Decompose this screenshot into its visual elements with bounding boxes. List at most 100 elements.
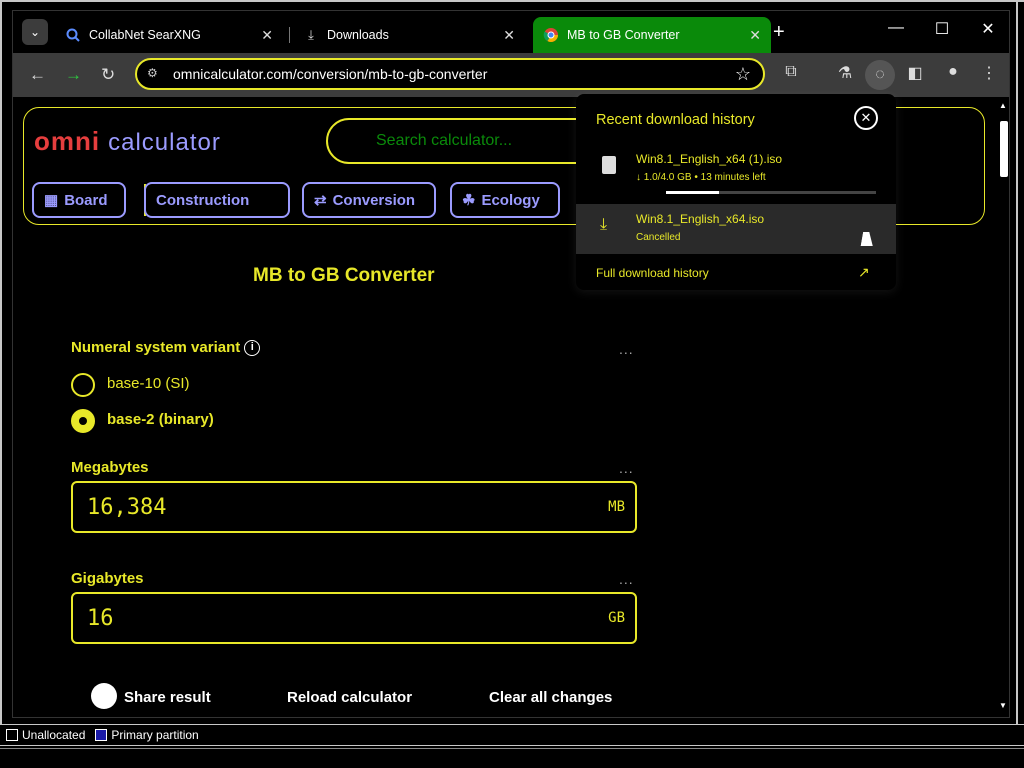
- category-label: Ecology: [481, 191, 540, 209]
- extensions-icon[interactable]: ⧉: [779, 63, 803, 81]
- legend-primary: Primary partition: [95, 728, 199, 742]
- url-text: omnicalculator.com/conversion/mb-to-gb-c…: [173, 66, 488, 82]
- download-item[interactable]: ⤓ Win8.1_English_x64.iso Cancelled: [576, 204, 896, 254]
- conversion-icon: ⇄: [314, 192, 327, 209]
- input-value: 16,384: [87, 494, 167, 520]
- download-status: Cancelled: [636, 232, 681, 243]
- progress-fill: [666, 191, 719, 194]
- reload-icon[interactable]: ↻: [101, 65, 115, 85]
- search-icon: [65, 27, 81, 43]
- open-external-icon[interactable]: ↗: [858, 264, 870, 281]
- tab-separator: [289, 27, 290, 43]
- legend-label: Unallocated: [22, 728, 86, 742]
- close-icon[interactable]: ✕: [749, 27, 761, 44]
- category-label: Construction: [156, 191, 250, 209]
- unit-label[interactable]: GB: [608, 610, 625, 626]
- forward-icon[interactable]: →: [65, 65, 82, 85]
- frame-line: [0, 0, 2, 724]
- close-icon[interactable]: ✕: [503, 27, 515, 44]
- status-bar: Unallocated Primary partition: [0, 724, 1024, 746]
- download-filename: Win8.1_English_x64.iso: [636, 212, 765, 226]
- tab-searxng[interactable]: CollabNet SearXNG ✕: [55, 17, 283, 53]
- download-item[interactable]: Win8.1_English_x64 (1).iso ↓ 1.0/4.0 GB …: [576, 144, 896, 194]
- unallocated-swatch: [6, 729, 18, 741]
- search-placeholder: Search calculator...: [376, 132, 513, 149]
- chevron-down-icon: ⌄: [29, 25, 41, 39]
- leaf-icon: ☘: [462, 192, 476, 209]
- share-result-button[interactable]: Share result: [124, 689, 211, 706]
- full-history-link[interactable]: Full download history: [596, 266, 709, 280]
- file-icon: [602, 156, 616, 174]
- omni-logo[interactable]: omni calculator: [34, 126, 221, 157]
- downloads-title: Recent download history: [596, 112, 755, 128]
- downloads-toolbar-icon[interactable]: ◌: [865, 60, 895, 90]
- more-options-icon[interactable]: ...: [619, 341, 634, 357]
- unit-label[interactable]: MB: [608, 499, 625, 515]
- scroll-down-icon[interactable]: ▼: [999, 701, 1007, 710]
- info-icon[interactable]: i: [244, 340, 261, 357]
- close-icon[interactable]: ✕: [854, 106, 878, 130]
- megabytes-label: Megabytes: [71, 459, 149, 476]
- back-icon[interactable]: ←: [29, 65, 46, 85]
- calculator-title: MB to GB Converter: [253, 265, 435, 286]
- input-value: 16: [87, 605, 114, 631]
- minimize-icon[interactable]: —: [873, 19, 919, 37]
- radio-base-2[interactable]: [71, 409, 95, 433]
- clear-changes-button[interactable]: Clear all changes: [489, 689, 612, 706]
- profile-icon[interactable]: ●: [941, 63, 965, 81]
- category-label: Board: [64, 191, 108, 209]
- labs-icon[interactable]: ⚗: [833, 63, 857, 83]
- new-tab-icon[interactable]: +: [773, 21, 785, 44]
- tab-strip: ⌄ CollabNet SearXNG ✕ ⤓ Downloads ✕ MB t…: [13, 11, 1009, 53]
- bottom-strip: [0, 748, 1024, 768]
- downloads-popup: Recent download history ✕ Win8.1_English…: [576, 94, 896, 290]
- category-label: Conversion: [332, 191, 416, 209]
- radio-base-10[interactable]: [71, 373, 95, 397]
- site-info-icon[interactable]: ⚙: [147, 66, 163, 82]
- share-icon[interactable]: [91, 683, 117, 709]
- maximize-icon[interactable]: ☐: [919, 19, 965, 39]
- close-window-icon[interactable]: ✕: [965, 19, 1011, 39]
- download-cancelled-icon: ⤓: [600, 216, 608, 233]
- megabytes-input[interactable]: 16,384 MB: [71, 481, 637, 533]
- download-status: ↓ 1.0/4.0 GB • 13 minutes left: [636, 172, 766, 183]
- download-icon: ⤓: [308, 27, 314, 42]
- download-progress-bar: [666, 191, 876, 194]
- chrome-icon: [543, 27, 559, 43]
- gigabytes-input[interactable]: 16 GB: [71, 592, 637, 644]
- radio-label-base-2[interactable]: base-2 (binary): [107, 411, 214, 428]
- star-icon[interactable]: ☆: [735, 64, 751, 85]
- reload-calculator-button[interactable]: Reload calculator: [287, 689, 412, 706]
- radio-label-base-10[interactable]: base-10 (SI): [107, 375, 190, 392]
- frame-line: [1016, 0, 1018, 724]
- frame-line: [0, 0, 1024, 2]
- tab-label: MB to GB Converter: [567, 28, 680, 42]
- mouse-cursor-icon: [860, 232, 876, 246]
- logo-subtext: calculator: [108, 129, 221, 156]
- menu-icon[interactable]: ⋮: [977, 63, 1001, 83]
- more-options-icon[interactable]: ...: [619, 571, 634, 587]
- scroll-up-icon[interactable]: ▲: [999, 101, 1007, 110]
- category-board[interactable]: ▦ Board: [32, 182, 126, 218]
- side-panel-icon[interactable]: ◧: [903, 63, 927, 83]
- tab-search-button[interactable]: ⌄: [22, 19, 48, 45]
- browser-toolbar: ← → ↻ ⚙ omnicalculator.com/conversion/mb…: [13, 53, 1009, 97]
- logo-text: omni: [34, 126, 101, 156]
- board-icon: ▦: [44, 192, 59, 209]
- gigabytes-label: Gigabytes: [71, 570, 144, 587]
- legend-label: Primary partition: [111, 728, 199, 742]
- primary-swatch: [95, 729, 108, 741]
- tab-label: CollabNet SearXNG: [89, 28, 201, 42]
- close-icon[interactable]: ✕: [261, 27, 273, 44]
- category-ecology[interactable]: ☘ Ecology: [450, 182, 560, 218]
- tab-mb-to-gb[interactable]: MB to GB Converter ✕: [533, 17, 771, 53]
- download-filename: Win8.1_English_x64 (1).iso: [636, 152, 783, 166]
- more-options-icon[interactable]: ...: [619, 460, 634, 476]
- page-scrollbar[interactable]: ▲ ▼: [997, 97, 1009, 717]
- category-construction[interactable]: Construction: [144, 182, 290, 218]
- address-bar[interactable]: ⚙ omnicalculator.com/conversion/mb-to-gb…: [135, 58, 765, 90]
- tab-label: Downloads: [327, 28, 389, 42]
- scroll-thumb[interactable]: [1000, 121, 1008, 177]
- tab-downloads[interactable]: ⤓ Downloads ✕: [293, 17, 525, 53]
- category-conversion[interactable]: ⇄ Conversion: [302, 182, 436, 218]
